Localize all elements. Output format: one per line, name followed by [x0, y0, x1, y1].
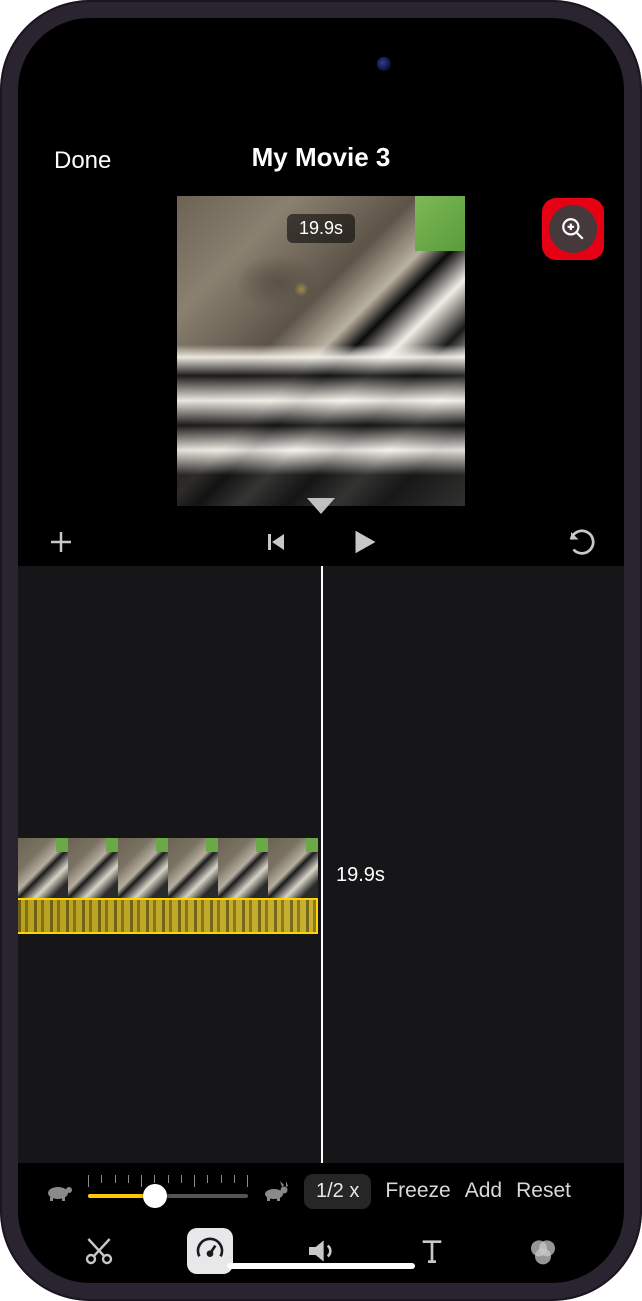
clip-track[interactable] [18, 838, 318, 934]
clip-thumbnail [18, 838, 68, 898]
screen: Done My Movie 3 19.9s [18, 18, 624, 1283]
home-indicator[interactable] [227, 1263, 415, 1269]
speedometer-icon [194, 1235, 226, 1267]
side-button [0, 400, 2, 472]
clip-thumbnail [68, 838, 118, 898]
rabbit-icon [262, 1180, 290, 1202]
playhead-marker-icon [307, 498, 335, 514]
turtle-icon [44, 1180, 74, 1202]
playback-controls [18, 506, 624, 566]
fast-icon-button[interactable] [262, 1180, 290, 1202]
side-button [0, 235, 2, 275]
slow-icon-button[interactable] [44, 1180, 74, 1202]
clip-thumbnail [218, 838, 268, 898]
preview-area: 19.9s [18, 196, 624, 506]
scissors-icon [83, 1235, 115, 1267]
zoom-highlight [542, 198, 604, 260]
text-icon [416, 1235, 448, 1267]
front-camera [377, 57, 391, 71]
undo-button[interactable] [566, 527, 596, 557]
page-title: My Movie 3 [252, 142, 391, 173]
clip-thumbnail [118, 838, 168, 898]
speed-controls: 1/2 x Freeze Add Reset [18, 1163, 624, 1219]
zoom-in-icon [560, 216, 586, 242]
video-preview[interactable]: 19.9s [177, 196, 465, 506]
done-button[interactable]: Done [54, 147, 111, 175]
dynamic-island [237, 42, 405, 86]
undo-icon [566, 527, 596, 557]
text-tool[interactable] [409, 1228, 455, 1274]
reset-button[interactable]: Reset [516, 1179, 571, 1203]
side-button [0, 310, 2, 382]
slider-knob[interactable] [143, 1184, 167, 1208]
play-button[interactable] [348, 527, 378, 557]
slider-track [88, 1194, 248, 1198]
skip-start-icon [264, 530, 288, 554]
timeline-duration-label: 19.9s [336, 864, 385, 887]
plus-icon [46, 527, 76, 557]
freeze-button[interactable]: Freeze [385, 1179, 450, 1203]
playhead[interactable] [321, 566, 323, 1163]
skip-start-button[interactable] [264, 530, 288, 554]
speed-multiplier-button[interactable]: 1/2 x [304, 1174, 371, 1209]
clip-thumbnail [268, 838, 318, 898]
slider-ticks [88, 1175, 248, 1187]
add-clip-button[interactable] [46, 527, 76, 557]
clip-thumbnail [168, 838, 218, 898]
audio-clip[interactable] [18, 898, 318, 934]
filters-tool[interactable] [520, 1228, 566, 1274]
duration-badge: 19.9s [287, 214, 355, 243]
play-icon [348, 527, 378, 557]
iphone-frame: Done My Movie 3 19.9s [0, 0, 642, 1301]
tool-bar [18, 1219, 624, 1283]
cut-tool[interactable] [76, 1228, 122, 1274]
zoom-button[interactable] [549, 205, 597, 253]
speed-slider[interactable] [88, 1175, 248, 1207]
add-button[interactable]: Add [465, 1179, 502, 1203]
filters-icon [527, 1235, 559, 1267]
timeline[interactable]: 19.9s [18, 566, 624, 1163]
video-clip[interactable] [18, 838, 318, 898]
